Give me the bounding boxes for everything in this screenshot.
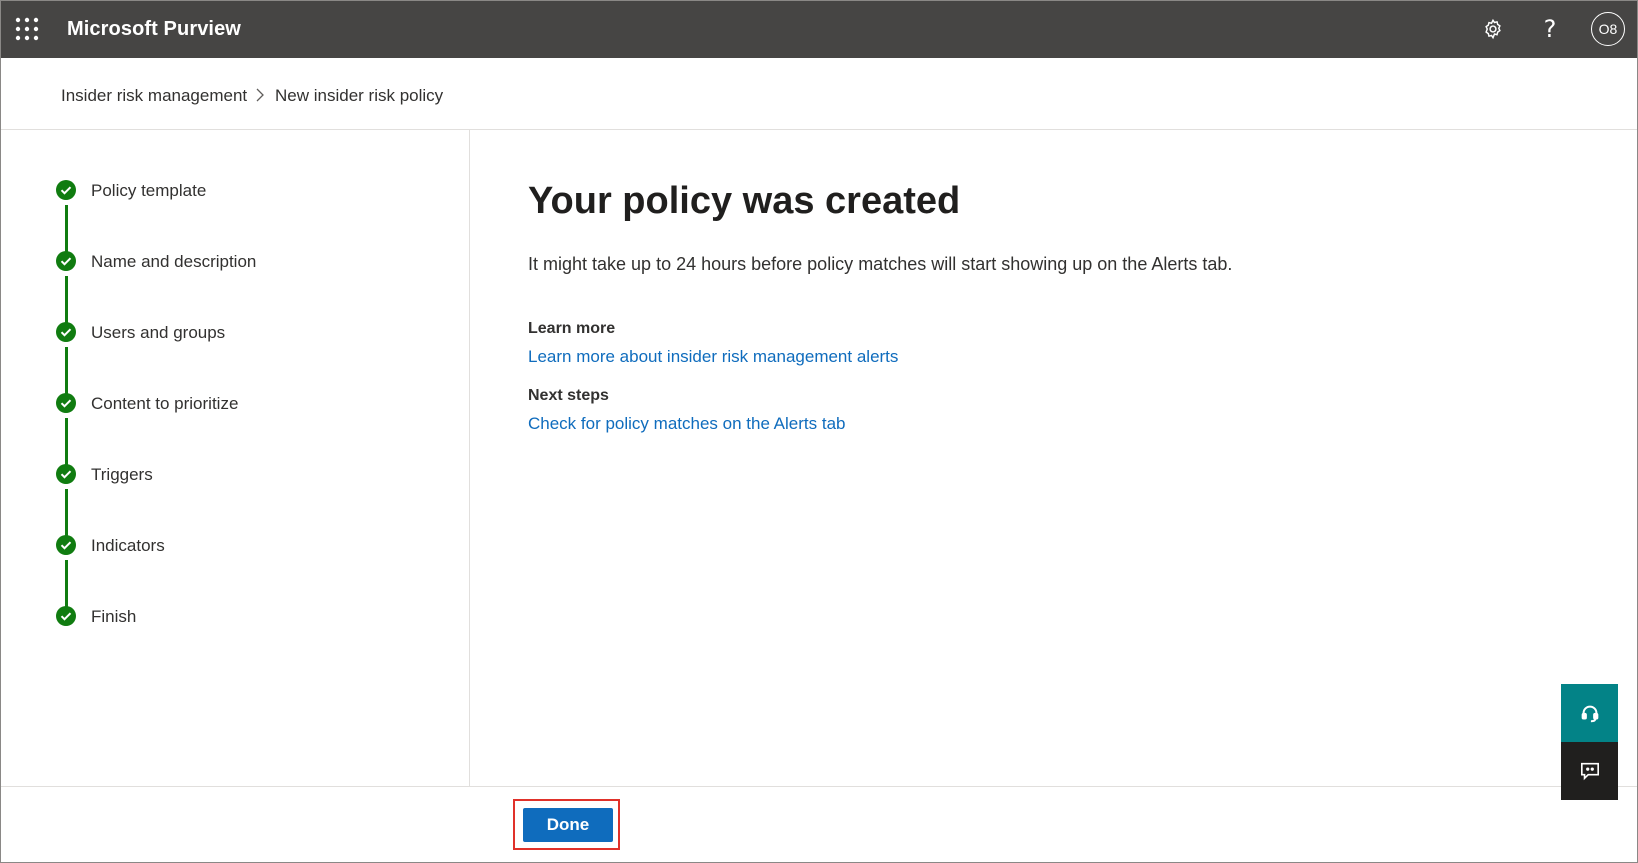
main-content: Your policy was created It might take up… [470,130,1638,786]
step-connector [65,347,68,395]
feedback-icon[interactable] [1561,742,1618,800]
breadcrumb-insider-risk-management[interactable]: Insider risk management [61,86,247,106]
top-bar: Microsoft Purview ? O8 [0,0,1638,58]
step-connector [65,418,68,466]
alerts-tab-link[interactable]: Check for policy matches on the Alerts t… [528,414,846,434]
check-circle-icon [56,535,76,555]
gear-icon[interactable] [1479,15,1507,43]
description: It might take up to 24 hours before poli… [528,254,1233,274]
step-connector [65,276,68,324]
check-circle-icon [56,393,76,413]
wizard-steps [0,130,470,786]
page-title: Your policy was created [528,180,961,222]
help-icon[interactable]: ? [1536,15,1564,43]
step-label: Indicators [91,536,165,555]
next-steps-heading: Next steps [528,387,609,404]
step-connector [65,560,68,608]
check-circle-icon [56,322,76,342]
chevron-right-icon [255,88,265,107]
learn-more-link[interactable]: Learn more about insider risk management… [528,347,898,367]
avatar[interactable]: O8 [1591,12,1625,46]
breadcrumb-new-insider-risk-policy: New insider risk policy [275,86,444,105]
check-circle-icon [56,251,76,271]
step-label: Users and groups [91,323,226,342]
step-label: Content to prioritize [91,394,239,413]
done-button[interactable]: Done [523,808,613,842]
step-connector [65,489,68,537]
step-label: Policy template [91,181,207,200]
step-label: Triggers [91,465,153,484]
step-label: Finish [91,607,137,626]
app-launcher-icon[interactable] [14,16,40,42]
footer [0,786,1638,863]
step-connector [65,205,68,253]
check-circle-icon [56,180,76,200]
headset-icon[interactable] [1561,684,1618,742]
step-label: Name and description [91,252,257,271]
check-circle-icon [56,606,76,626]
app-title[interactable]: Microsoft Purview [67,18,241,41]
learn-more-heading: Learn more [528,320,616,337]
breadcrumb: Insider risk management New insider risk… [0,58,1638,130]
check-circle-icon [56,464,76,484]
